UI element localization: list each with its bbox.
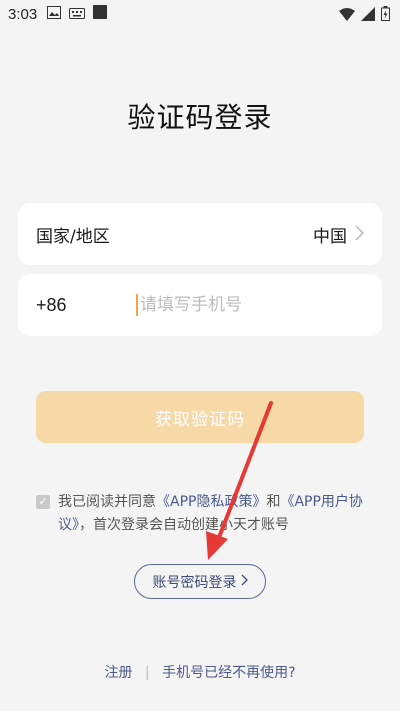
chevron-right-icon xyxy=(355,222,365,246)
country-code-prefix[interactable]: +86 xyxy=(36,295,136,316)
chevron-right-icon xyxy=(241,574,248,590)
text-cursor xyxy=(136,294,138,316)
agreement-suffix: ，首次登录会自动创建小天才账号 xyxy=(79,517,289,533)
privacy-policy-link[interactable]: 《APP隐私政策》 xyxy=(156,494,266,510)
phone-unused-link[interactable]: 手机号已经不再使用? xyxy=(162,665,295,681)
password-login-button[interactable]: 账号密码登录 xyxy=(134,564,266,599)
password-login-label: 账号密码登录 xyxy=(152,574,237,591)
footer-separator: | xyxy=(144,665,150,681)
region-selector[interactable]: 国家/地区 中国 xyxy=(18,203,382,265)
wifi-icon xyxy=(339,7,355,25)
status-time: 3:03 xyxy=(8,5,38,23)
agreement-checkbox[interactable]: ✓ xyxy=(36,495,50,509)
footer-links: 注册 | 手机号已经不再使用? xyxy=(0,662,400,682)
signal-icon xyxy=(361,6,375,25)
agreement-text: 我已阅读并同意《APP隐私政策》和《APP用户协议》，首次登录会自动创建小天才账… xyxy=(36,491,366,537)
region-label: 国家/地区 xyxy=(36,226,110,247)
square-icon xyxy=(93,5,108,23)
region-value-group: 中国 xyxy=(313,222,365,247)
keyboard-icon xyxy=(69,5,86,23)
image-icon xyxy=(47,5,62,23)
region-value: 中国 xyxy=(313,226,347,247)
phone-field: +86 xyxy=(18,274,382,336)
page-title: 验证码登录 xyxy=(127,101,273,134)
get-verification-code-button[interactable]: 获取验证码 xyxy=(36,391,364,443)
agreement-prefix: 我已阅读并同意 xyxy=(58,494,156,510)
phone-input[interactable] xyxy=(140,295,360,315)
agreement-and: 和 xyxy=(266,494,281,510)
status-bar: 3:03 xyxy=(0,0,400,28)
register-link[interactable]: 注册 xyxy=(104,665,132,681)
battery-icon xyxy=(381,6,390,25)
agreement-section: ✓ 我已阅读并同意《APP隐私政策》和《APP用户协议》，首次登录会自动创建小天… xyxy=(36,491,366,537)
